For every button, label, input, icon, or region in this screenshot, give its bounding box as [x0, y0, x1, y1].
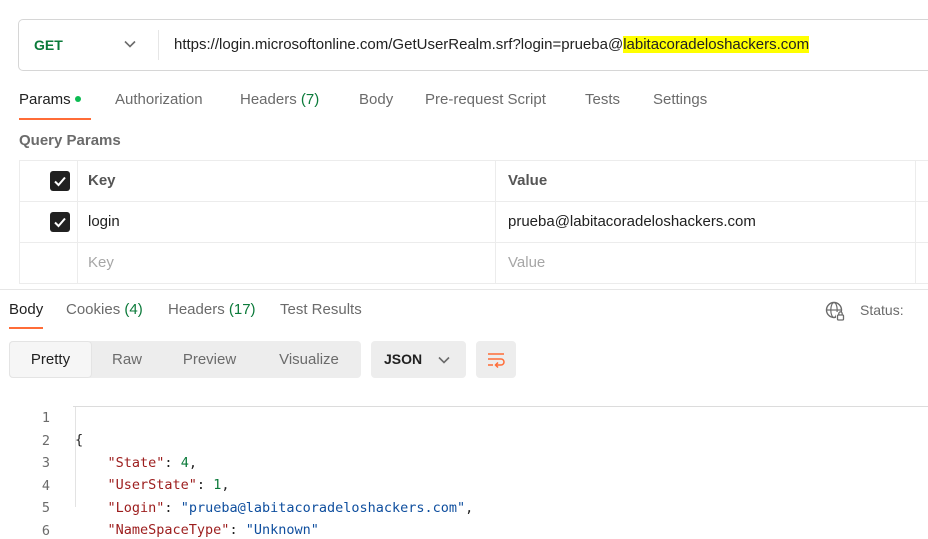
active-dot-icon [74, 96, 81, 103]
wrap-lines-button[interactable] [476, 341, 516, 378]
brace-open: { [75, 432, 84, 448]
view-mode-toggle: Pretty Raw Preview Visualize [9, 341, 361, 378]
view-pretty-button[interactable]: Pretty [9, 341, 92, 378]
format-label: JSON [384, 351, 423, 367]
code-line: 2 "State": 4, [0, 408, 197, 471]
code-line: 6 } [0, 498, 50, 539]
code-text: "State": 4, [107, 455, 197, 471]
value-column-header: Value [495, 161, 915, 201]
response-tab-body-label: Body [9, 301, 44, 318]
code-line: 1 { [0, 385, 83, 448]
response-tab-body[interactable]: Body [9, 299, 44, 329]
table-row: login prueba@labitacoradeloshackers.com [19, 202, 928, 243]
tab-headers-label: Headers [240, 91, 297, 108]
code-text: "UserState": 1, [107, 477, 230, 493]
code-top-divider [73, 406, 928, 407]
globe-network-icon[interactable] [824, 300, 846, 322]
header-checkbox-cell [19, 161, 77, 201]
new-key-input[interactable]: Key [77, 243, 495, 283]
response-tab-cookies-label: Cookies [66, 301, 121, 318]
tab-params-label: Params [19, 91, 71, 108]
param-value-input[interactable]: prueba@labitacoradeloshackers.com [495, 202, 915, 242]
wrap-lines-icon [488, 353, 505, 369]
json-key: "UserState" [107, 477, 197, 493]
json-key: "NameSpaceType" [107, 522, 230, 538]
status-label: Status: [860, 302, 904, 318]
table-row-empty: Key Value [19, 243, 928, 284]
method-select[interactable]: GET [19, 20, 159, 70]
empty-checkbox-cell [19, 243, 77, 283]
method-divider [158, 30, 159, 60]
code-text: "Login": "prueba@labitacoradeloshackers.… [107, 500, 474, 516]
query-params-title: Query Params [19, 132, 121, 149]
check-icon [54, 217, 66, 228]
line-number: 6 [41, 523, 50, 539]
code-line: 3 "UserState": 1, [0, 430, 230, 493]
params-table: Key Value login prueba@labitacoradelosha… [19, 160, 928, 284]
code-line: 4 "Login": "prueba@labitacoradeloshacker… [0, 453, 473, 516]
status-indicator: Status: 20 [860, 302, 904, 318]
code-line: 5 "NameSpaceType": "Unknown" [0, 475, 319, 538]
response-tab-headers[interactable]: Headers (17) [168, 299, 256, 329]
response-tab-cookies[interactable]: Cookies (4) [66, 299, 143, 329]
url-input[interactable]: https://login.microsoftonline.com/GetUse… [174, 20, 810, 70]
new-extra-cell [915, 243, 928, 283]
response-tabs: Body Cookies (4) Headers (17) Test Resul… [0, 299, 928, 331]
url-prefix: https://login.microsoftonline.com/GetUse… [174, 36, 624, 53]
tab-prerequest-script[interactable]: Pre-request Script [425, 88, 546, 120]
response-tab-cookies-count: (4) [124, 301, 143, 318]
param-extra-cell [915, 202, 928, 242]
view-preview-button[interactable]: Preview [162, 341, 257, 378]
tab-body-label: Body [359, 91, 394, 108]
table-header-row: Key Value [19, 161, 928, 202]
method-label: GET [34, 37, 63, 53]
json-number: 4 [180, 455, 189, 471]
chevron-down-icon [438, 356, 450, 364]
tab-prerequest-label: Pre-request Script [425, 91, 546, 108]
response-divider [0, 289, 928, 290]
code-text: { [75, 429, 83, 451]
json-key: "Login" [107, 500, 165, 516]
tab-headers[interactable]: Headers (7) [240, 88, 319, 120]
view-raw-button[interactable]: Raw [92, 341, 162, 378]
response-tab-headers-count: (17) [228, 301, 256, 318]
param-key-input[interactable]: login [77, 202, 495, 242]
chevron-down-icon [124, 40, 136, 48]
row-checkbox-cell [19, 202, 77, 242]
code-text: "NameSpaceType": "Unknown" [107, 522, 319, 538]
tab-headers-count: (7) [300, 91, 320, 108]
tab-tests[interactable]: Tests [585, 88, 620, 120]
tab-settings-label: Settings [653, 91, 708, 108]
check-icon [54, 176, 66, 187]
json-string: "prueba@labitacoradeloshackers.com" [180, 500, 466, 516]
select-all-checkbox[interactable] [50, 171, 70, 191]
new-value-input[interactable]: Value [495, 243, 915, 283]
tab-authorization-label: Authorization [115, 91, 203, 108]
json-string: "Unknown" [245, 522, 319, 538]
format-select[interactable]: JSON [371, 341, 466, 378]
tab-body[interactable]: Body [359, 88, 393, 120]
json-key: "State" [107, 455, 165, 471]
url-highlight: labitacoradeloshackers.com [623, 36, 810, 53]
tab-authorization[interactable]: Authorization [115, 88, 203, 120]
response-tab-headers-label: Headers [168, 301, 225, 318]
response-body-code[interactable]: 1 { 2 "State": 4, 3 "UserState": 1, 4 "L… [0, 385, 928, 539]
row-checkbox[interactable] [50, 212, 70, 232]
url-bar: GET https://login.microsoftonline.com/Ge… [18, 19, 928, 71]
tab-tests-label: Tests [585, 91, 621, 108]
response-tab-test-results[interactable]: Test Results [280, 299, 362, 329]
view-visualize-button[interactable]: Visualize [257, 341, 361, 378]
key-column-header: Key [77, 161, 495, 201]
request-tabs: Params Authorization Headers (7) Body Pr… [0, 88, 928, 120]
extra-column-header [915, 161, 928, 201]
json-number: 1 [213, 477, 222, 493]
response-tab-test-results-label: Test Results [280, 301, 362, 318]
tab-settings[interactable]: Settings [653, 88, 707, 120]
tab-params[interactable]: Params [19, 88, 91, 120]
